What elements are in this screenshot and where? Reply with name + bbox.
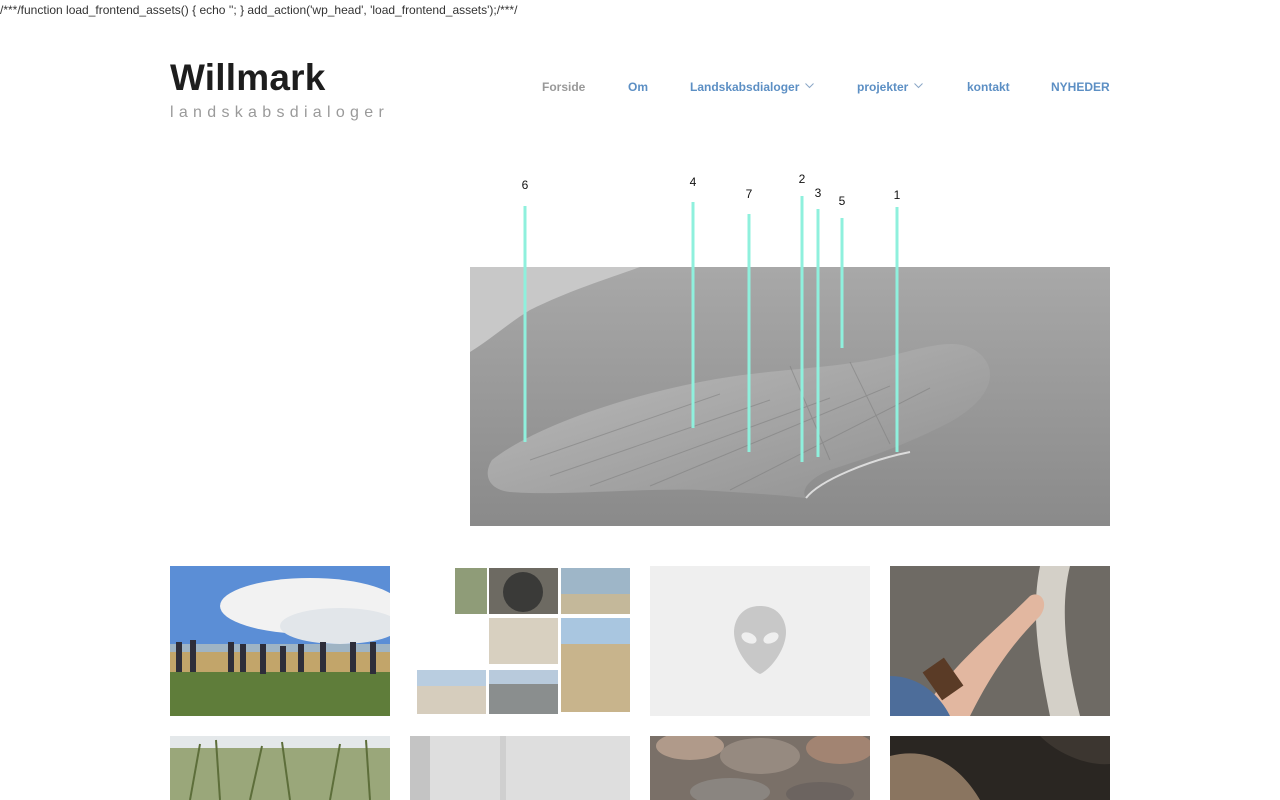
reeds-image <box>170 736 390 800</box>
nav-item-label: NYHEDER <box>1051 80 1110 94</box>
hero-marker-label-1: 1 <box>894 188 901 202</box>
hand-shells-image <box>890 566 1110 716</box>
stones-image <box>650 736 870 800</box>
nav-item-forside[interactable]: Forside <box>542 80 585 94</box>
hero-marker-line-3 <box>816 209 820 457</box>
nav-item-kontakt[interactable]: kontakt <box>967 80 1010 94</box>
nav-item-nyheder[interactable]: NYHEDER <box>1051 80 1110 94</box>
gallery-thumb-group-field[interactable] <box>170 566 390 716</box>
hands-soil-image <box>890 736 1110 800</box>
gallery-thumb-stones[interactable] <box>650 736 870 800</box>
room-image <box>410 736 630 800</box>
gallery-thumb-reeds[interactable] <box>170 736 390 800</box>
hero-marker-line-7 <box>747 214 751 452</box>
main-navigation: Forside Om Landskabsdialoger projekter k… <box>0 80 1110 96</box>
hero-marker-line-2 <box>800 196 804 462</box>
nav-item-om[interactable]: Om <box>628 80 648 94</box>
nav-item-label: Landskabsdialoger <box>690 80 800 94</box>
hero-marker-label-3: 3 <box>815 186 822 200</box>
alien-head-icon <box>650 566 870 716</box>
hero-marker-line-4 <box>691 202 695 428</box>
php-debug-output: /***/function load_frontend_assets() { e… <box>0 3 518 17</box>
hero-marker-label-4: 4 <box>690 175 697 189</box>
gallery-thumb-hands-soil[interactable] <box>890 736 1110 800</box>
hero-marker-line-1 <box>895 207 899 452</box>
gallery-thumb-hand-shells[interactable] <box>890 566 1110 716</box>
gallery-thumb-collage[interactable] <box>410 566 630 716</box>
hero-marker-label-7: 7 <box>746 187 753 201</box>
nav-item-landskabsdialoger[interactable]: Landskabsdialoger <box>690 78 815 94</box>
hero-marker-label-6: 6 <box>522 178 529 192</box>
site-description: landskabsdialoger <box>170 104 390 121</box>
nav-item-label: projekter <box>857 80 909 94</box>
gallery-thumb-placeholder[interactable] <box>650 566 870 716</box>
hero-marker-line-6 <box>523 206 527 442</box>
collage-image <box>410 566 630 716</box>
nav-item-label: Forside <box>542 80 586 94</box>
hero-marker-line-5 <box>840 218 844 348</box>
group-photo-image <box>170 566 390 716</box>
chevron-down-icon <box>914 78 924 92</box>
hero-marker-label-5: 5 <box>839 194 846 208</box>
hero-marker-label-2: 2 <box>799 172 806 186</box>
chevron-down-icon <box>805 78 815 92</box>
hero-island-map: 6 4 7 23 5 1 <box>470 172 1110 526</box>
nav-item-projekter[interactable]: projekter <box>857 78 924 94</box>
gallery-thumb-room[interactable] <box>410 736 630 800</box>
nav-item-label: Om <box>628 80 649 94</box>
nav-item-label: kontakt <box>967 80 1010 94</box>
